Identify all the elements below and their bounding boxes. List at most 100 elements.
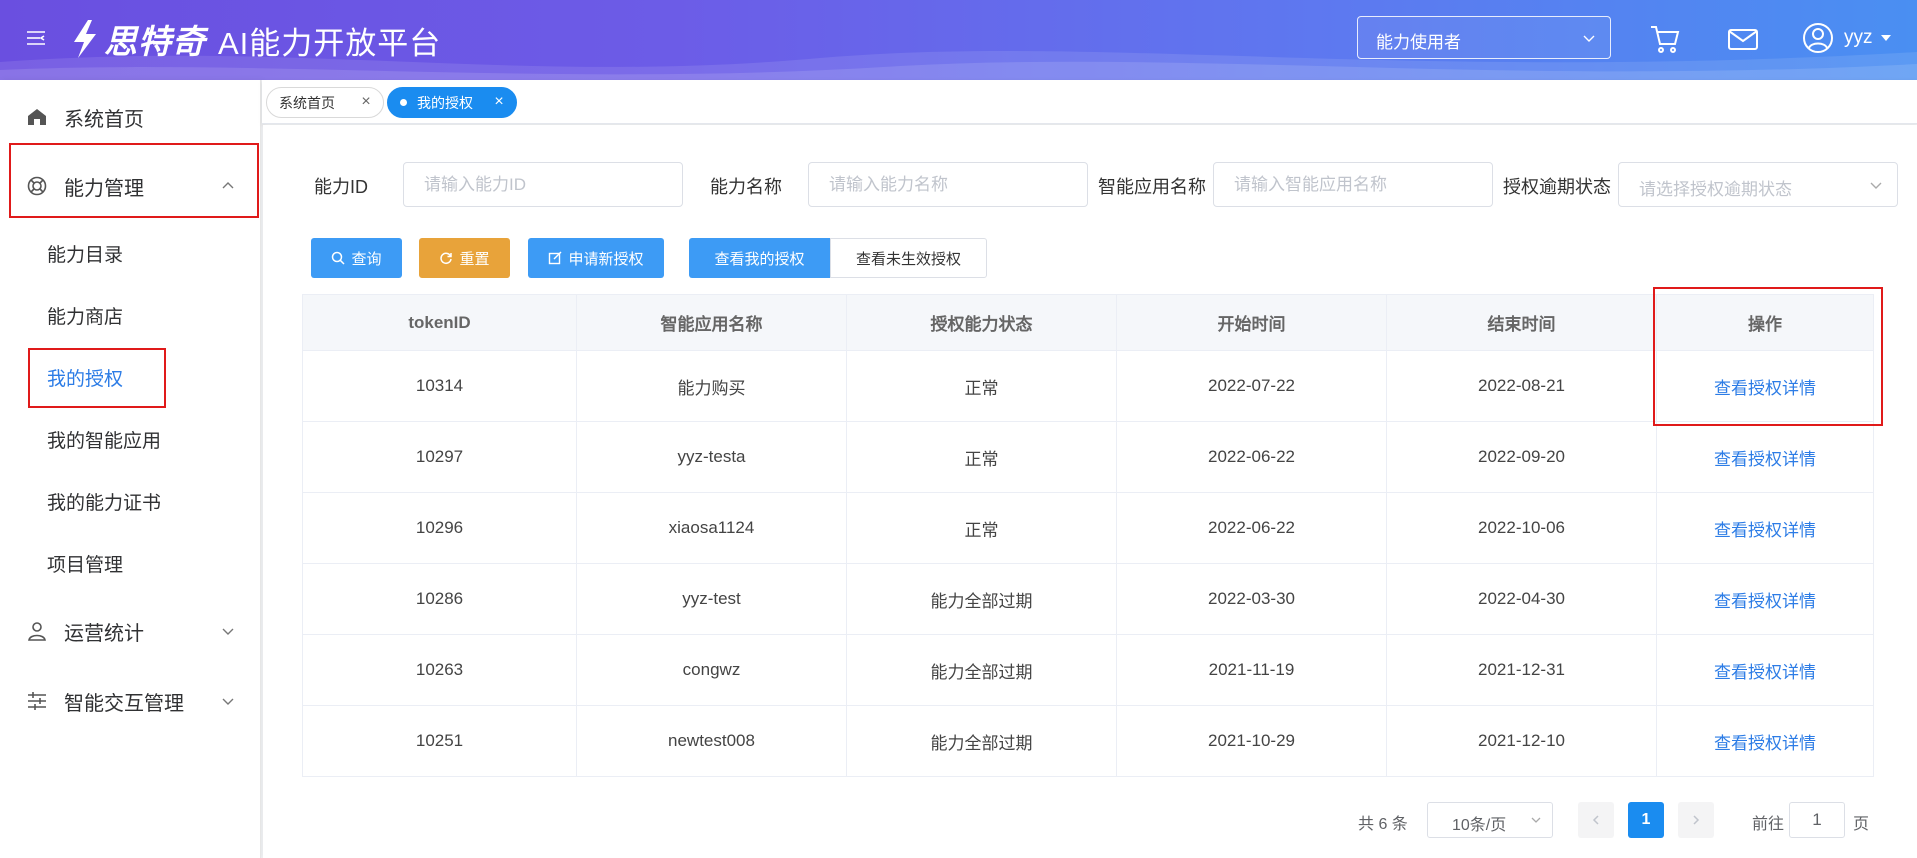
table-row: 10296 xiaosa1124 正常 2022-06-22 2022-10-0… — [302, 492, 1874, 564]
caret-down-icon — [1880, 35, 1891, 41]
username: yyz — [1844, 27, 1873, 48]
role-select[interactable]: 能力使用者 — [1357, 16, 1611, 59]
sliders-icon — [28, 692, 46, 710]
ability-id-label: 能力ID — [314, 177, 368, 197]
sidebar-subitem-store[interactable]: 能力商店 — [0, 287, 261, 343]
page-size-select[interactable]: 10条/页 — [1427, 802, 1553, 838]
app-name-cell: 能力购买 — [576, 350, 847, 422]
view-detail-link[interactable]: 查看授权详情 — [1656, 705, 1874, 777]
view-my-auth-toggle[interactable]: 查看我的授权 — [689, 238, 830, 278]
user-menu[interactable]: yyz — [1802, 22, 1891, 54]
close-icon[interactable]: × — [359, 94, 373, 110]
mail-icon[interactable] — [1726, 22, 1760, 56]
ability-name-label: 能力名称 — [710, 177, 782, 197]
chevron-left-icon — [1592, 815, 1599, 825]
tab-home[interactable]: 系统首页 × — [266, 87, 384, 118]
pagination-total: 共 6 条 — [1358, 816, 1408, 833]
page-size-value: 10条/页 — [1452, 817, 1507, 834]
chevron-up-icon — [222, 182, 234, 189]
edit-icon — [549, 251, 562, 265]
view-inactive-auth-toggle[interactable]: 查看未生效授权 — [830, 238, 987, 278]
start-time-cell: 2022-07-22 — [1116, 350, 1387, 422]
tab-label: 我的授权 — [417, 94, 473, 111]
sidebar-subitem-label: 我的能力证书 — [47, 492, 162, 514]
platform-title: AI能力开放平台 — [218, 26, 442, 61]
sidebar-subitem-label: 我的授权 — [47, 368, 124, 390]
token-id-cell: 10263 — [302, 634, 577, 706]
sidebar-subitem-certificates[interactable]: 我的能力证书 — [0, 473, 261, 529]
sidebar-subitem-label: 能力目录 — [47, 244, 124, 266]
chevron-down-icon — [1583, 35, 1595, 42]
token-id-cell: 10286 — [302, 563, 577, 635]
view-inactive-auth-label: 查看未生效授权 — [855, 250, 961, 268]
goto-page-input[interactable] — [1789, 802, 1845, 838]
hamburger-icon[interactable] — [24, 26, 48, 50]
query-button[interactable]: 查询 — [311, 238, 402, 278]
sidebar-item-label: 能力管理 — [64, 177, 144, 200]
status-cell: 能力全部过期 — [846, 705, 1117, 777]
column-header: 操作 — [1656, 294, 1874, 351]
sidebar-item-interaction-mgmt[interactable]: 智能交互管理 — [0, 670, 261, 732]
status-cell: 正常 — [846, 421, 1117, 493]
app-name-cell: yyz-testa — [576, 421, 847, 493]
sidebar-subitem-label: 项目管理 — [47, 554, 124, 576]
user-stats-icon — [28, 622, 46, 641]
column-header: 结束时间 — [1386, 294, 1657, 351]
ability-id-input[interactable] — [403, 162, 683, 207]
reset-button-label: 重置 — [459, 250, 490, 268]
sidebar-item-label: 运营统计 — [64, 622, 144, 645]
view-detail-link[interactable]: 查看授权详情 — [1656, 492, 1874, 564]
status-cell: 正常 — [846, 492, 1117, 564]
app-name-cell: congwz — [576, 634, 847, 706]
end-time-cell: 2022-09-20 — [1386, 421, 1657, 493]
sidebar-subitem-my-apps[interactable]: 我的智能应用 — [0, 411, 261, 467]
close-icon[interactable]: × — [492, 94, 506, 110]
end-time-cell: 2021-12-31 — [1386, 634, 1657, 706]
sidebar-subitem-catalog[interactable]: 能力目录 — [0, 225, 261, 281]
app-name-label: 智能应用名称 — [1098, 177, 1206, 197]
next-page-button[interactable] — [1678, 802, 1714, 838]
sidebar-item-home[interactable]: 系统首页 — [0, 86, 261, 148]
start-time-cell: 2022-06-22 — [1116, 492, 1387, 564]
token-id-cell: 10314 — [302, 350, 577, 422]
token-id-cell: 10297 — [302, 421, 577, 493]
token-id-cell: 10296 — [302, 492, 577, 564]
view-detail-link[interactable]: 查看授权详情 — [1656, 634, 1874, 706]
page-number-button[interactable]: 1 — [1628, 802, 1664, 838]
sidebar-item-ability-mgmt[interactable]: 能力管理 — [0, 155, 261, 217]
apply-authorization-button[interactable]: 申请新授权 — [528, 238, 664, 278]
view-detail-link[interactable]: 查看授权详情 — [1656, 421, 1874, 493]
sidebar-subitem-projects[interactable]: 项目管理 — [0, 535, 261, 591]
app-name-cell: xiaosa1124 — [576, 492, 847, 564]
view-detail-link[interactable]: 查看授权详情 — [1656, 563, 1874, 635]
end-time-cell: 2021-12-10 — [1386, 705, 1657, 777]
table-row: 10297 yyz-testa 正常 2022-06-22 2022-09-20… — [302, 421, 1874, 493]
goto-unit-label: 页 — [1853, 816, 1870, 833]
chevron-down-icon — [1531, 817, 1541, 823]
ability-icon — [27, 176, 47, 196]
app-name-input[interactable] — [1213, 162, 1493, 207]
view-detail-link[interactable]: 查看授权详情 — [1656, 350, 1874, 422]
query-button-label: 查询 — [351, 250, 382, 268]
cart-icon[interactable] — [1648, 22, 1682, 56]
brand-logo[interactable]: 思特奇 — [68, 14, 206, 64]
expiry-status-select[interactable]: 请选择授权逾期状态 — [1618, 162, 1898, 207]
sidebar-item-ops-stats[interactable]: 运营统计 — [0, 600, 261, 662]
app-name-cell: newtest008 — [576, 705, 847, 777]
ability-name-input[interactable] — [808, 162, 1088, 207]
prev-page-button[interactable] — [1578, 802, 1614, 838]
reset-button[interactable]: 重置 — [419, 238, 510, 278]
expiry-status-placeholder: 请选择授权逾期状态 — [1639, 180, 1792, 199]
chevron-down-icon — [222, 698, 234, 705]
sidebar-subitem-my-auth[interactable]: 我的授权 — [0, 349, 261, 405]
refresh-icon — [440, 252, 453, 265]
table-header-row: tokenID 智能应用名称 授权能力状态 开始时间 结束时间 操作 — [302, 294, 1874, 351]
user-avatar-icon — [1803, 23, 1833, 53]
lightning-logo-icon — [74, 20, 96, 58]
tab-my-auth[interactable]: 我的授权 × — [387, 87, 517, 118]
start-time-cell: 2022-06-22 — [1116, 421, 1387, 493]
sidebar-subitem-label: 我的智能应用 — [47, 430, 162, 452]
chevron-down-icon — [222, 628, 234, 635]
table-row: 10286 yyz-test 能力全部过期 2022-03-30 2022-04… — [302, 563, 1874, 635]
active-dot-icon — [400, 99, 407, 106]
